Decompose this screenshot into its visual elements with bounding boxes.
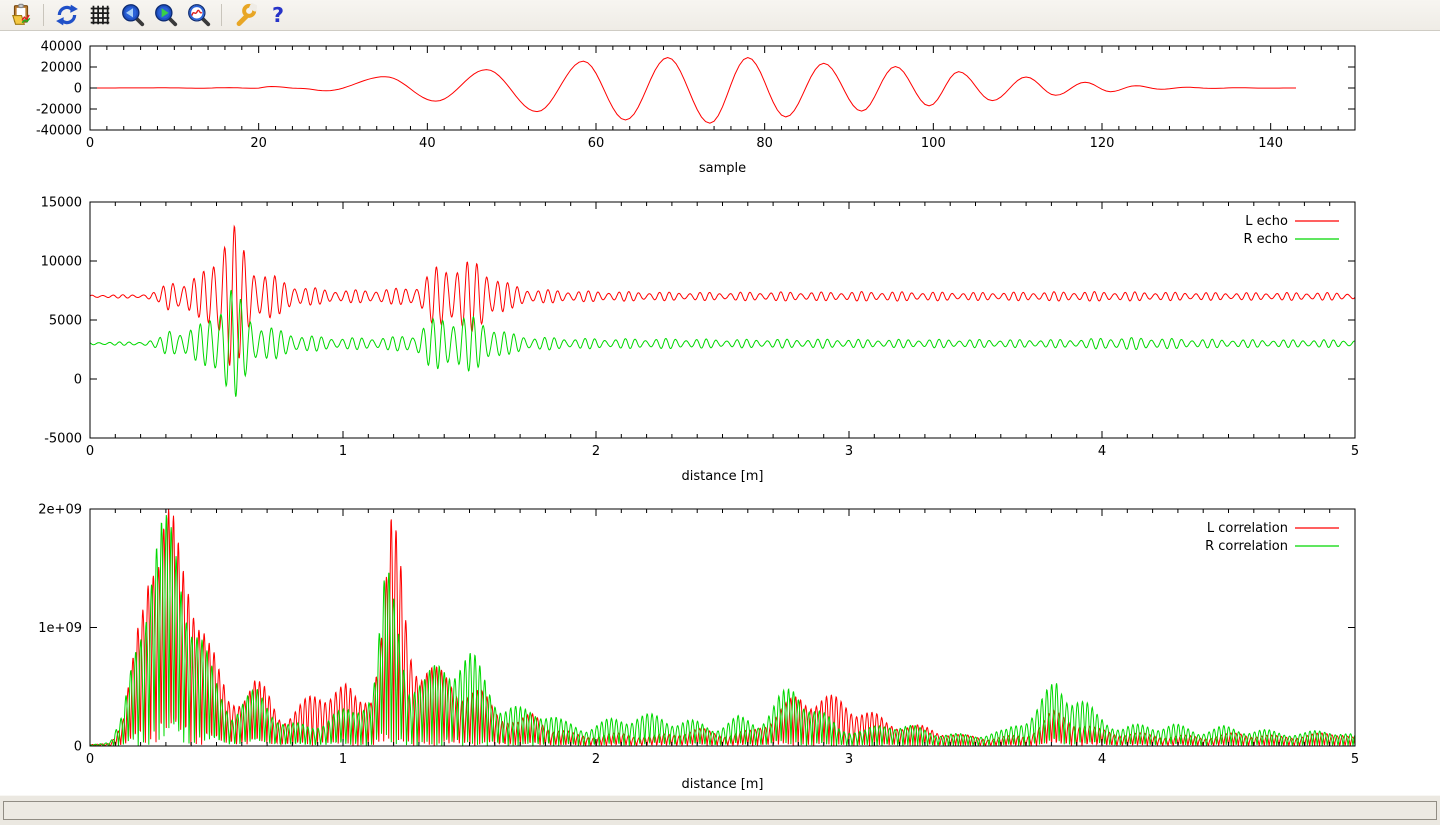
y-tick-label: -20000 xyxy=(36,103,82,118)
plot-0: 0 20 40 60 80 100 120 140 -40000 -20000 0 20000 4000… xyxy=(36,40,1355,177)
question-mark-icon: ? xyxy=(266,3,290,27)
toolbar-separator xyxy=(43,4,44,26)
status-text-field xyxy=(3,801,1437,820)
x-tick-label: 3 xyxy=(845,444,853,459)
x-tick-label: 120 xyxy=(1090,136,1115,151)
x-tick-label: 100 xyxy=(921,136,946,151)
replot-button[interactable] xyxy=(52,1,81,30)
y-tick-label: 20000 xyxy=(41,61,82,76)
toolbar-separator xyxy=(221,4,222,26)
x-tick-label: 4 xyxy=(1098,444,1106,459)
gnuplot-window: ? 020406080100120140-40000-2000002000040… xyxy=(0,0,1440,825)
y-tick-label: 0 xyxy=(74,740,82,755)
x-tick-label: 0 xyxy=(86,136,94,151)
magnifier-left-arrow-icon xyxy=(121,3,145,27)
x-tick-label: 140 xyxy=(1258,136,1283,151)
plot-2: 0 1 2 3 4 5 0 1e+09 2e+09 distance [m] L correlati… xyxy=(38,503,1359,793)
y-tick-label: 1e+09 xyxy=(38,621,82,636)
copy-to-clipboard-button[interactable] xyxy=(6,1,35,30)
legend-label: L correlation xyxy=(1207,521,1288,536)
help-button[interactable]: ? xyxy=(263,1,292,30)
y-tick-label: 10000 xyxy=(41,255,82,270)
magnifier-plot-icon xyxy=(187,3,211,27)
x-tick-label: 0 xyxy=(86,752,94,767)
legend-label: R echo xyxy=(1243,232,1288,247)
y-tick-label: 40000 xyxy=(41,40,82,55)
zoom-previous-button[interactable] xyxy=(118,1,147,30)
plot-1: 0 1 2 3 4 5 -5000 0 5000 10000 15000 distance [m] L … xyxy=(41,196,1360,485)
wrench-icon xyxy=(233,3,257,27)
y-tick-label: 0 xyxy=(74,82,82,97)
x-tick-label: 80 xyxy=(756,136,773,151)
autoscale-button[interactable] xyxy=(184,1,213,30)
plot-area-1[interactable] xyxy=(90,202,1355,438)
y-tick-label: 0 xyxy=(74,373,82,388)
x-tick-label: 5 xyxy=(1351,752,1359,767)
x-tick-label: 4 xyxy=(1098,752,1106,767)
plot-area-0[interactable] xyxy=(90,46,1355,130)
configure-terminal-button[interactable] xyxy=(230,1,259,30)
zoom-next-button[interactable] xyxy=(151,1,180,30)
x-tick-label: 2 xyxy=(592,444,600,459)
magnifier-right-arrow-icon xyxy=(154,3,178,27)
legend-label: R correlation xyxy=(1205,539,1288,554)
y-tick-label: -40000 xyxy=(36,124,82,139)
y-tick-label: 5000 xyxy=(49,314,82,329)
legend-label: L echo xyxy=(1245,214,1288,229)
plots-svg: 020406080100120140-40000-200000200004000… xyxy=(0,32,1440,795)
svg-text:?: ? xyxy=(271,3,283,27)
x-axis-label: distance [m] xyxy=(681,469,763,484)
grid-icon xyxy=(88,3,112,27)
y-tick-label: -5000 xyxy=(44,432,82,447)
clipboard-plot-icon xyxy=(9,3,33,27)
x-axis-label: sample xyxy=(699,161,746,176)
x-tick-label: 3 xyxy=(845,752,853,767)
plot-canvas: 020406080100120140-40000-200000200004000… xyxy=(0,32,1440,795)
plot-area-2[interactable] xyxy=(90,509,1355,746)
x-tick-label: 0 xyxy=(86,444,94,459)
x-tick-label: 2 xyxy=(592,752,600,767)
toolbar: ? xyxy=(0,0,1440,31)
x-tick-label: 1 xyxy=(339,444,347,459)
x-tick-label: 60 xyxy=(588,136,605,151)
refresh-arrows-icon xyxy=(55,3,79,27)
x-tick-label: 1 xyxy=(339,752,347,767)
toggle-grid-button[interactable] xyxy=(85,1,114,30)
x-tick-label: 20 xyxy=(250,136,267,151)
x-axis-label: distance [m] xyxy=(681,777,763,792)
y-tick-label: 15000 xyxy=(41,196,82,211)
x-tick-label: 5 xyxy=(1351,444,1359,459)
x-tick-label: 40 xyxy=(419,136,436,151)
status-bar xyxy=(0,795,1440,825)
y-tick-label: 2e+09 xyxy=(38,503,82,518)
